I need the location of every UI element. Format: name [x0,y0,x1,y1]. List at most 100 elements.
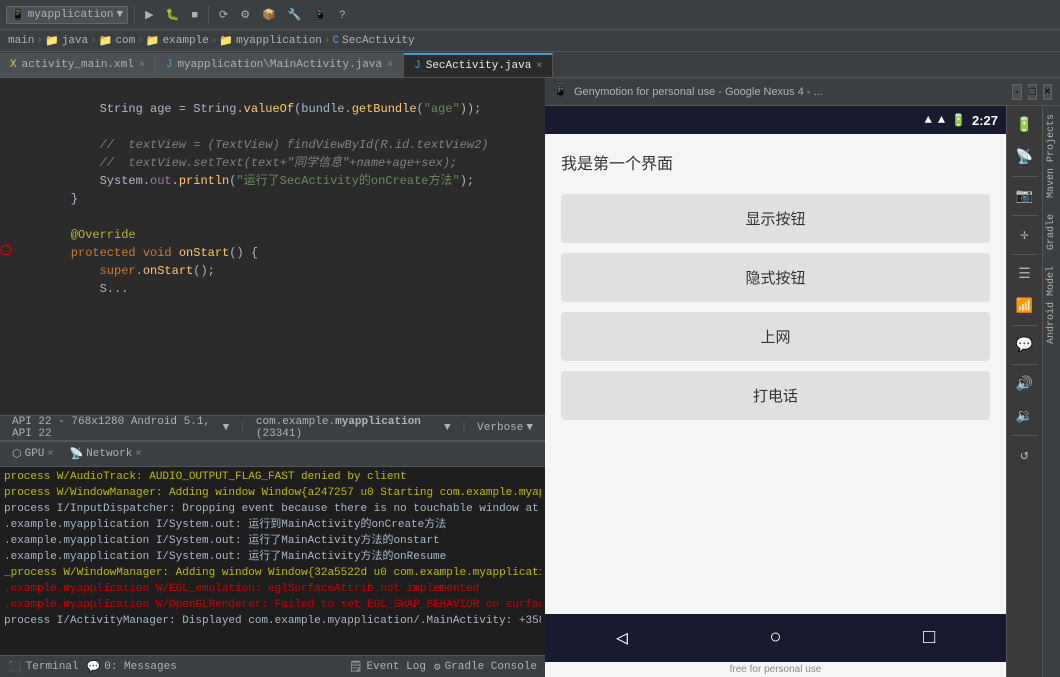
maximize-button[interactable]: □ [1028,84,1037,100]
app-icon: 📱 [11,8,25,22]
gpu-close[interactable]: × [47,449,53,460]
bottom-toolbar-2: ⬡ GPU × 📡 Network × [0,441,545,467]
device-outer: ▲ ▲ 🔋 2:27 我是第一个界面 显示按钮 隐式按钮 上网 打电话 ◁ ○ [545,106,1060,677]
tab-secactivity-label: SecActivity.java [426,60,532,72]
maven-tab[interactable]: Maven Projects [1043,106,1060,206]
gps-tool[interactable]: 📡 [1010,142,1040,172]
stop-button[interactable]: ■ [187,7,202,23]
genymotion-panel: 📱 Genymotion for personal use - Google N… [545,78,1060,677]
camera-tool[interactable]: 📷 [1010,181,1040,211]
home-button[interactable]: ○ [770,627,782,650]
gpu-tab[interactable]: ⬡ GPU × [6,445,59,463]
tab-java-icon1: J [166,59,173,71]
app-content: 我是第一个界面 显示按钮 隐式按钮 上网 打电话 [545,134,1006,614]
code-line: super.onStart(); [0,262,545,280]
app-title: 我是第一个界面 [561,150,990,174]
package-dropdown-arrow: ▼ [444,422,451,434]
verbose-selector[interactable]: Verbose ▼ [471,420,539,436]
package-selector[interactable]: com.example.myapplication (23341) ▼ [250,414,457,442]
top-toolbar: 📱 myapplication ▼ ▶ 🐛 ■ ⟳ ⚙ 📦 🔧 📱 ? [0,0,1060,30]
gradle-console-btn[interactable]: ⚙ Gradle Console [434,660,537,674]
tool-sep1 [1012,176,1038,177]
breadcrumb-myapp[interactable]: 📁 myapplication [219,34,322,48]
watermark: free for personal use [545,662,1006,677]
show-button[interactable]: 显示按钮 [561,194,990,243]
network-close[interactable]: × [135,449,141,460]
genymotion-title: Genymotion for personal use - Google Nex… [574,86,1006,98]
breadcrumb-example-label: example [163,35,209,47]
close-button[interactable]: × [1043,84,1052,100]
tool3[interactable]: 🔧 [284,6,306,23]
api-selector[interactable]: API 22 - 768x1280 Android 5.1, API 22 ▼ [6,414,235,442]
code-line: System.out.println("运行了SecActivity的onCre… [0,172,545,190]
gen-side-toolbar: 🔋 📡 📷 ✛ ☰ 📶 💬 🔊 🔉 ↺ [1006,106,1042,677]
move-tool[interactable]: ✛ [1010,220,1040,250]
android-model-tab[interactable]: Android Model [1043,258,1060,352]
breadcrumb: main › 📁 java › 📁 com › 📁 example › 📁 my… [0,30,1060,52]
tool5[interactable]: ? [335,7,349,23]
breadcrumb-main[interactable]: main [8,35,34,47]
breadcrumb-java[interactable]: 📁 java [45,34,88,48]
event-log-btn[interactable]: 🗒 Event Log [349,660,426,674]
code-line: // textView.setText(text+"同学信息"+name+age… [0,154,545,172]
log-line: process W/WindowManager: Adding window W… [4,485,541,501]
code-line [0,82,545,100]
tool1[interactable]: ⚙ [236,6,254,23]
right-tabs: Maven Projects Gradle Android Model [1042,106,1060,677]
message-tool[interactable]: 💬 [1010,330,1040,360]
verbose-arrow: ▼ [526,422,533,434]
folder-icon: 📁 [45,34,59,48]
tab-close-2[interactable]: × [387,60,393,71]
tab-mainactivity[interactable]: J myapplication\MainActivity.java × [156,53,404,77]
hidden-button[interactable]: 隐式按钮 [561,253,990,302]
logcat-area[interactable]: process W/AudioTrack: AUDIO_OUTPUT_FLAG_… [0,467,545,655]
run-button[interactable]: ▶ [141,6,157,23]
log-line: .example.myapplication I/System.out: 运行了… [4,533,541,549]
log-line: .example.myapplication I/System.out: 运行到… [4,517,541,533]
recents-button[interactable]: □ [923,627,935,650]
breadcrumb-com[interactable]: 📁 com [99,34,136,48]
tab-activity-main[interactable]: X activity_main.xml × [0,53,156,77]
gradle-icon: ⚙ [434,660,441,674]
gutter [0,82,12,100]
battery-tool[interactable]: 🔋 [1010,110,1040,140]
debug-button[interactable]: 🐛 [162,6,184,23]
internet-button[interactable]: 上网 [561,312,990,361]
breadcrumb-secactivity-label: SecActivity [342,35,415,47]
tabs-bar: X activity_main.xml × J myapplication\Ma… [0,52,1060,78]
signal-tool[interactable]: 📶 [1010,291,1040,321]
log-line: .example.myapplication I/System.out: 运行了… [4,549,541,565]
verbose-label: Verbose [477,422,523,434]
network-tab[interactable]: 📡 Network × [63,445,147,463]
breadcrumb-secactivity[interactable]: C SecActivity [333,35,415,47]
code-editor[interactable]: String age = String.valueOf(bundle.getBu… [0,78,545,415]
gradle-tab[interactable]: Gradle [1043,206,1060,258]
tool4[interactable]: 📱 [309,6,331,23]
breadcrumb-example[interactable]: 📁 example [146,34,209,48]
terminal-btn[interactable]: ⬛ Terminal [8,660,79,674]
vol-up-tool[interactable]: 🔊 [1010,369,1040,399]
signal-icon: ▲ [938,113,945,127]
messages-label: 0: Messages [104,661,177,673]
vol-down-tool[interactable]: 🔉 [1010,401,1040,431]
tab-close-1[interactable]: × [139,60,145,71]
back-button[interactable]: ◁ [616,625,628,651]
tab-close-3[interactable]: × [536,61,542,72]
code-line [0,118,545,136]
tool-sep4 [1012,325,1038,326]
menu-tool[interactable]: ☰ [1010,259,1040,289]
folder-icon3: 📁 [146,34,160,48]
messages-btn[interactable]: 💬 0: Messages [87,660,177,674]
minimize-button[interactable]: - [1012,84,1021,100]
rotate-tool[interactable]: ↺ [1010,440,1040,470]
call-button[interactable]: 打电话 [561,371,990,420]
bottom-section: API 22 - 768x1280 Android 5.1, API 22 ▼ … [0,415,545,655]
messages-icon: 💬 [87,660,101,674]
android-clock: 2:27 [972,113,998,128]
sync-button[interactable]: ⟳ [215,6,232,23]
tool2[interactable]: 📦 [258,6,280,23]
tab-secactivity[interactable]: J SecActivity.java × [404,53,553,77]
app-selector[interactable]: 📱 myapplication ▼ [6,6,128,24]
tool-sep2 [1012,215,1038,216]
separator1 [134,6,135,24]
